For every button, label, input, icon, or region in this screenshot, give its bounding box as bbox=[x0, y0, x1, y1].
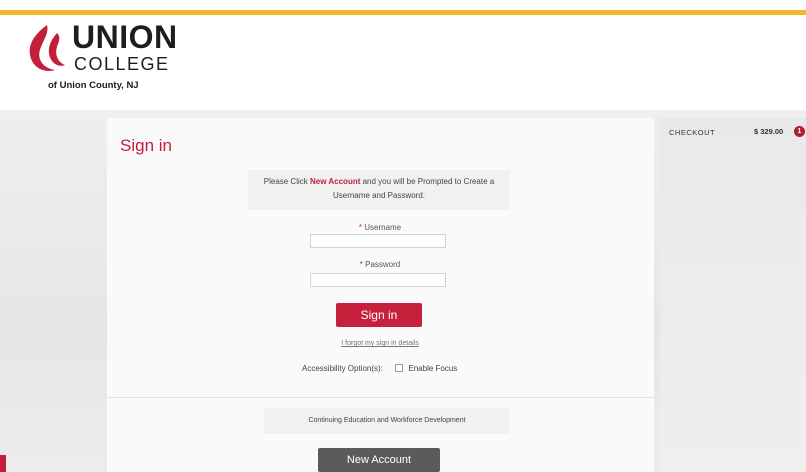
required-marker: * bbox=[359, 260, 363, 269]
password-label-text: Password bbox=[365, 260, 401, 269]
signin-button[interactable]: Sign in bbox=[336, 303, 422, 327]
signin-panel: Sign in Please Click New Account and you… bbox=[107, 118, 654, 472]
forgot-details-link[interactable]: I forgot my sign in details bbox=[307, 340, 453, 347]
checkout-link[interactable]: CHECKOUT bbox=[669, 128, 715, 137]
cart-count-badge[interactable]: 1 bbox=[794, 126, 805, 137]
required-marker: * bbox=[358, 223, 362, 232]
username-input[interactable] bbox=[310, 234, 446, 248]
checkout-sidebar: CHECKOUT $ 329.00 1 bbox=[660, 118, 806, 472]
new-account-button[interactable]: New Account bbox=[318, 448, 440, 472]
red-corner-tab bbox=[0, 455, 6, 472]
enable-focus-label[interactable]: Enable Focus bbox=[408, 364, 457, 373]
password-label: * Password bbox=[307, 260, 453, 269]
enable-focus-checkbox[interactable] bbox=[395, 364, 404, 372]
accessibility-options: Accessibility Option(s): Enable Focus bbox=[302, 364, 457, 373]
cart-total[interactable]: $ 329.00 bbox=[754, 127, 783, 136]
username-label-text: Username bbox=[364, 223, 402, 232]
flame-logo-icon bbox=[29, 25, 65, 71]
info-prefix: Please Click bbox=[263, 177, 310, 186]
password-input[interactable] bbox=[310, 273, 446, 287]
accessibility-label: Accessibility Option(s): bbox=[302, 364, 383, 373]
username-label: * Username bbox=[307, 223, 453, 232]
logo-line-county: of Union County, NJ bbox=[48, 80, 139, 91]
logo-line-union: UNION bbox=[72, 19, 178, 55]
logo-line-college: COLLEGE bbox=[74, 54, 170, 74]
new-account-instructions: Please Click New Account and you will be… bbox=[248, 170, 510, 210]
section-divider bbox=[107, 397, 654, 398]
college-logo[interactable]: UNION COLLEGE of Union County, NJ bbox=[22, 20, 192, 104]
page-title: Sign in bbox=[120, 136, 172, 155]
info-new-account-text: New Account bbox=[310, 177, 361, 186]
ce-heading: Continuing Education and Workforce Devel… bbox=[264, 408, 510, 434]
